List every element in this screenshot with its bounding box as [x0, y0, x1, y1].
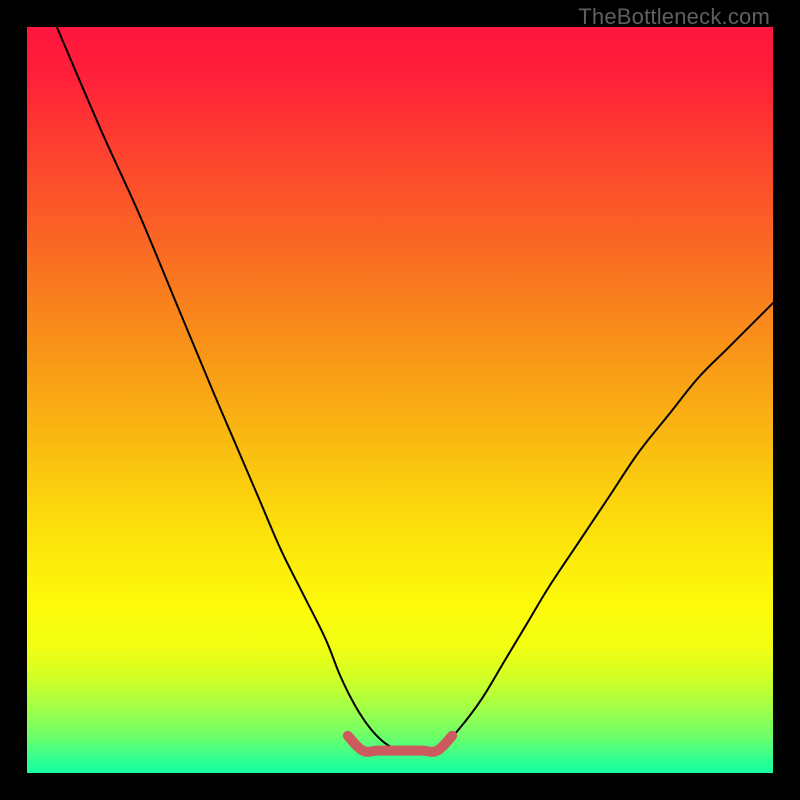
- chart-svg: [27, 27, 773, 773]
- chart-plot-area: [27, 27, 773, 773]
- bottleneck-curve-path: [57, 27, 773, 751]
- valley-marker-path: [348, 736, 452, 752]
